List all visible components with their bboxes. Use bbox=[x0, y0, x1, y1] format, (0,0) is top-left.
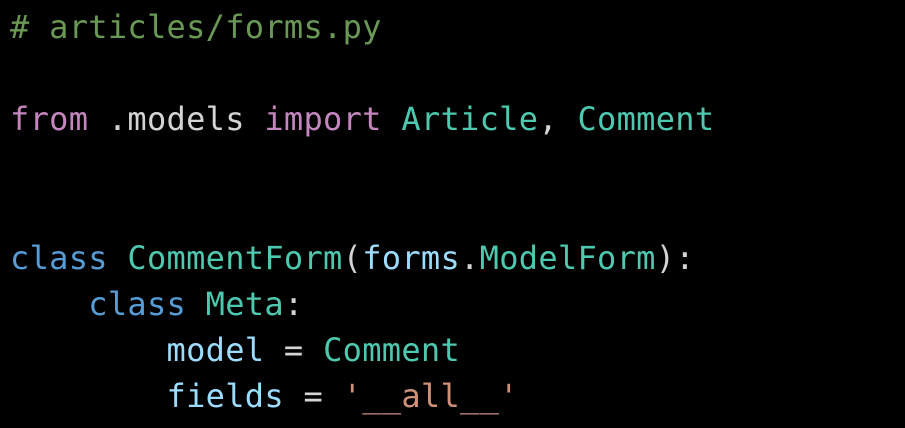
comma: , bbox=[538, 100, 578, 138]
meta-class-name: Meta bbox=[205, 285, 284, 323]
dot: . bbox=[460, 239, 480, 277]
close-paren-colon: ): bbox=[655, 239, 695, 277]
code-line-import: from .models import Article, Comment bbox=[10, 96, 714, 142]
colon: : bbox=[283, 285, 304, 323]
code-line-fields: fields = '__all__' bbox=[10, 373, 519, 419]
file-path-comment: # articles/forms.py bbox=[10, 8, 382, 46]
fields-attr: fields bbox=[166, 377, 284, 415]
base-module: forms bbox=[362, 239, 461, 277]
model-value: Comment bbox=[323, 331, 461, 369]
equals: = bbox=[264, 331, 324, 369]
model-attr: model bbox=[166, 331, 265, 369]
code-line-model: model = Comment bbox=[10, 327, 460, 373]
code-line-meta: class Meta: bbox=[10, 281, 304, 327]
open-paren: ( bbox=[342, 239, 363, 277]
import-comment: Comment bbox=[577, 100, 715, 138]
class-keyword: class bbox=[10, 239, 108, 277]
equals: = bbox=[283, 377, 343, 415]
import-keyword: import bbox=[264, 100, 382, 138]
base-class: ModelForm bbox=[479, 239, 656, 277]
code-line-comment: # articles/forms.py bbox=[10, 4, 382, 50]
import-article: Article bbox=[401, 100, 539, 138]
code-editor: # articles/forms.py from .models import … bbox=[0, 0, 905, 428]
class-name: CommentForm bbox=[127, 239, 343, 277]
code-line-class-def: class CommentForm(forms.ModelForm): bbox=[10, 235, 695, 281]
fields-value: '__all__' bbox=[342, 377, 519, 415]
module-name: .models bbox=[88, 100, 265, 138]
class-keyword: class bbox=[88, 285, 187, 323]
from-keyword: from bbox=[10, 100, 89, 138]
